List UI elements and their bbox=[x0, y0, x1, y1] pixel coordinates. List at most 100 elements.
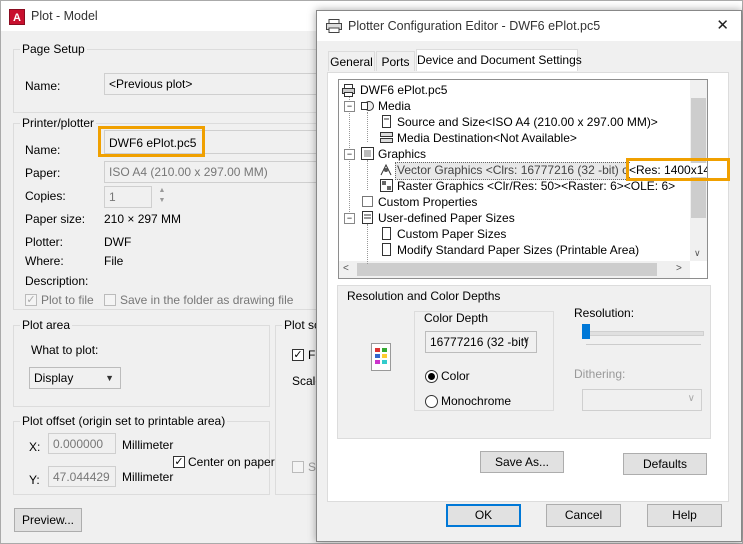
tree-user-paper[interactable]: User-defined Paper Sizes bbox=[378, 211, 515, 225]
tree-graphics[interactable]: Graphics bbox=[378, 147, 426, 161]
tree-media-destination[interactable]: Media Destination<Not Available> bbox=[397, 131, 577, 145]
page-setup-name-dropdown[interactable]: <Previous plot> bbox=[104, 73, 334, 95]
tree-guides-media bbox=[367, 112, 369, 142]
printer-name-highlight bbox=[98, 126, 205, 157]
custom-paper-icon bbox=[382, 227, 391, 240]
scroll-left-icon[interactable]: < bbox=[343, 263, 349, 274]
tab-ports[interactable]: Ports bbox=[376, 51, 415, 71]
color-depth-group: Color Depth 16777216 (32 -bit) ∨ Color M… bbox=[414, 311, 554, 411]
mono-option-label: Monochrome bbox=[441, 394, 512, 408]
ok-button[interactable]: OK bbox=[446, 504, 521, 527]
offset-y-input[interactable]: 47.044429 bbox=[48, 466, 116, 487]
center-on-paper-label: Center on paper bbox=[188, 455, 275, 469]
what-to-plot-chevron-icon: ▼ bbox=[105, 373, 114, 383]
printer-label: Printer/plotter bbox=[20, 116, 97, 130]
user-paper-icon bbox=[362, 211, 373, 224]
offset-y-unit: Millimeter bbox=[122, 470, 174, 484]
media-collapse-icon[interactable]: − bbox=[344, 101, 355, 112]
copies-label: Copies: bbox=[25, 189, 66, 203]
offset-y-value: 47.044429 bbox=[53, 470, 110, 484]
defaults-button[interactable]: Defaults bbox=[623, 453, 707, 475]
color-depth-dropdown[interactable]: 16777216 (32 -bit) ∨ bbox=[425, 331, 537, 353]
vector-graphics-icon bbox=[380, 163, 392, 176]
dithering-chevron-icon: ∨ bbox=[687, 393, 695, 404]
scroll-down-icon[interactable]: ∨ bbox=[694, 248, 701, 259]
tree-source-size[interactable]: Source and Size<ISO A4 (210.00 x 297.00 … bbox=[397, 115, 658, 129]
dithering-label: Dithering: bbox=[574, 367, 626, 381]
paper-size-value: 210 × 297 MM bbox=[104, 212, 182, 226]
offset-x-label: X: bbox=[29, 440, 41, 454]
color-radio-dot bbox=[428, 373, 435, 380]
paper-collapse-icon[interactable]: − bbox=[344, 213, 355, 224]
tree-vector-graphics[interactable]: Vector Graphics <Clrs: 16777216 (32 -bit… bbox=[397, 163, 661, 177]
editor-title: Plotter Configuration Editor - DWF6 ePlo… bbox=[348, 19, 601, 33]
graphics-icon bbox=[361, 147, 374, 160]
resolution-slider-track[interactable] bbox=[582, 331, 704, 336]
color-depth-chevron-icon: ∨ bbox=[522, 335, 530, 346]
center-on-paper-checkbox[interactable]: ✓ bbox=[173, 456, 185, 468]
offset-x-input[interactable]: 0.000000 bbox=[48, 433, 116, 454]
resolution-highlight bbox=[626, 158, 730, 181]
page-setup-label: Page Setup bbox=[20, 42, 87, 56]
printer-icon bbox=[326, 19, 342, 33]
where-value: File bbox=[104, 254, 124, 268]
tree-guides-paper bbox=[367, 224, 369, 264]
what-to-plot-dropdown[interactable]: Display ▼ bbox=[29, 367, 121, 389]
media-destination-icon bbox=[380, 132, 393, 143]
root-printer-icon bbox=[342, 84, 355, 97]
page-setup-name-value: <Previous plot> bbox=[109, 77, 193, 91]
svg-text:A: A bbox=[13, 12, 21, 24]
offset-y-label: Y: bbox=[29, 473, 40, 487]
tree-custom-paper[interactable]: Custom Paper Sizes bbox=[397, 227, 506, 241]
preview-button[interactable]: Preview... bbox=[14, 508, 82, 532]
tree-hscroll-thumb[interactable] bbox=[357, 263, 657, 276]
close-icon[interactable]: ✕ bbox=[716, 16, 729, 34]
plot-offset-label: Plot offset (origin set to printable are… bbox=[20, 414, 228, 428]
plot-to-file-label: Plot to file bbox=[41, 293, 94, 307]
resolution-group-box: Resolution and Color Depths Color Depth … bbox=[337, 285, 711, 439]
graphics-collapse-icon[interactable]: − bbox=[344, 149, 355, 160]
resolution-slider-ticks bbox=[586, 344, 701, 348]
mono-radio[interactable] bbox=[425, 395, 438, 408]
scroll-right-icon[interactable]: > bbox=[676, 263, 682, 274]
plot-dialog-title: Plot - Model bbox=[31, 9, 98, 23]
resolution-slider-thumb[interactable] bbox=[582, 324, 590, 339]
tree-horizontal-scrollbar[interactable]: < > bbox=[339, 261, 690, 278]
tree-modify-paper[interactable]: Modify Standard Paper Sizes (Printable A… bbox=[397, 243, 639, 257]
copies-spinner[interactable]: ▲ ▼ bbox=[155, 186, 169, 208]
custom-properties-icon bbox=[362, 196, 373, 207]
paper-dropdown[interactable]: ISO A4 (210.00 x 297.00 MM) bbox=[104, 161, 334, 183]
source-size-icon bbox=[382, 115, 391, 128]
fit-to-paper-checkbox[interactable]: ✓ bbox=[292, 349, 304, 361]
where-label: Where: bbox=[25, 254, 64, 268]
paper-size-label: Paper size: bbox=[25, 212, 86, 226]
scale-lineweights-checkbox[interactable] bbox=[292, 461, 304, 473]
tree-media[interactable]: Media bbox=[378, 99, 411, 113]
color-radio[interactable] bbox=[425, 370, 438, 383]
what-to-plot-label: What to plot: bbox=[31, 343, 99, 357]
tree-root[interactable]: DWF6 ePlot.pc5 bbox=[360, 83, 447, 97]
cancel-button[interactable]: Cancel bbox=[546, 504, 621, 527]
color-depth-value: 16777216 (32 -bit) bbox=[430, 335, 529, 349]
tree-guides-graphics bbox=[367, 160, 369, 190]
copies-input[interactable]: 1 bbox=[104, 186, 152, 208]
paper-label: Paper: bbox=[25, 166, 61, 180]
help-button[interactable]: Help bbox=[647, 504, 722, 527]
paper-value: ISO A4 (210.00 x 297.00 MM) bbox=[109, 165, 268, 179]
color-option-label: Color bbox=[441, 369, 470, 383]
save-as-button[interactable]: Save As... bbox=[480, 451, 564, 473]
tab-device-settings[interactable]: Device and Document Settings bbox=[416, 49, 582, 71]
copies-value: 1 bbox=[109, 190, 116, 204]
tab-general[interactable]: General bbox=[328, 51, 375, 71]
color-depth-label: Color Depth bbox=[424, 311, 489, 325]
plot-to-file-checkbox[interactable]: ✓ bbox=[25, 294, 37, 306]
tree-custom-properties[interactable]: Custom Properties bbox=[378, 195, 477, 209]
page-setup-name-label: Name: bbox=[25, 79, 61, 93]
dithering-dropdown[interactable]: ∨ bbox=[582, 389, 702, 411]
description-label: Description: bbox=[25, 274, 89, 288]
resolution-label: Resolution: bbox=[574, 306, 635, 320]
tree-raster-graphics[interactable]: Raster Graphics <Clr/Res: 50><Raster: 6>… bbox=[397, 179, 675, 193]
save-in-folder-checkbox[interactable] bbox=[104, 294, 116, 306]
plot-area-label: Plot area bbox=[20, 318, 73, 332]
plotter-label: Plotter: bbox=[25, 235, 64, 249]
